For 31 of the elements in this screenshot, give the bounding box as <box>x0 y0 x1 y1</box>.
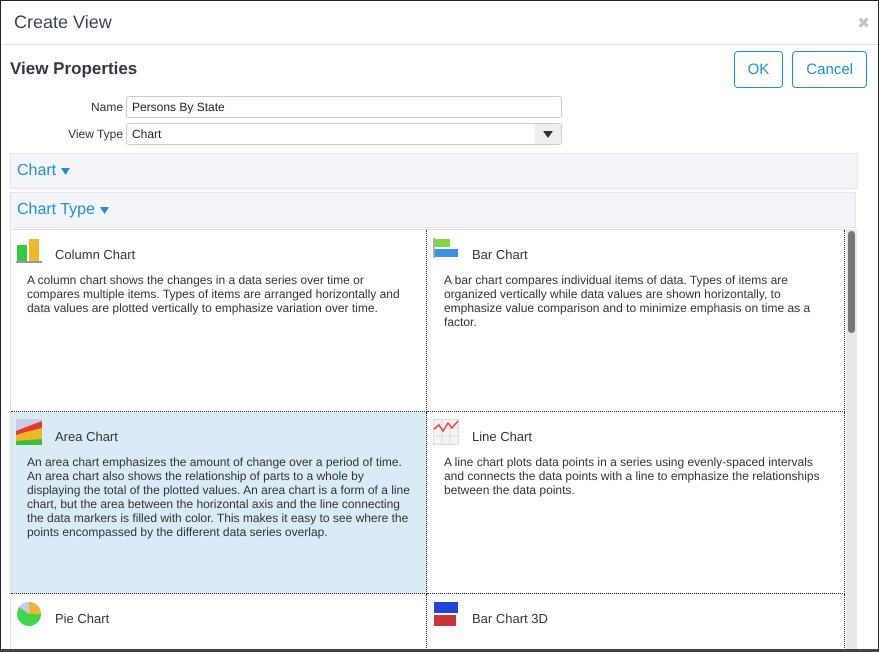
caret-icon <box>100 206 109 214</box>
field-label: View Type <box>68 127 123 141</box>
pie-chart-icon <box>16 601 42 627</box>
chart-type-description: A line chart plots data points in a series using evenly-spaced intervals and connects the data points with a line to emphasize the relationships between the data points. <box>444 455 821 497</box>
chart-type-description: An area chart emphasizes the amount of change over a period of time. An area chart also shows the relationship of parts to a whole by displaying the total of the plotted values. An area chart is a form of a line chart, but the area between the horizontal axis and the line connecting the data markers is filled with color. This makes it easy to see where the points encompassed by the different data series overlap. <box>27 455 411 539</box>
chart-type-title: Bar Chart <box>472 246 528 262</box>
cancel-button[interactable]: Cancel <box>792 51 867 88</box>
caret-icon <box>543 130 553 138</box>
name-input[interactable]: Persons By State <box>126 96 562 118</box>
chart-type-title: Line Chart <box>472 428 532 444</box>
chart-type-title: Area Chart <box>55 428 118 444</box>
bar-chart-3d-icon <box>433 601 459 627</box>
section-heading: View Properties <box>10 59 138 79</box>
column-chart-icon <box>16 237 42 263</box>
dialog-title: Create View <box>14 12 112 33</box>
line-chart-icon <box>433 419 459 445</box>
field-label: Name <box>90 100 123 114</box>
caret-icon <box>61 168 70 174</box>
chart-type-option[interactable] <box>427 230 845 412</box>
chart-type-option[interactable] <box>11 230 427 412</box>
chart-type-title: Pie Chart <box>55 610 110 626</box>
chart-type-description: A bar chart compares individual items of data. Types of items are organized vertically while data values are shown horizontally, to emphasize value comparison and to minimize emphasis on time as a factor. <box>444 273 812 329</box>
chart-type-option[interactable]: Line Chart A line chart plots data points in a series using evenly-spaced intervals and connects the data points with a line to emphasize the relationships between the data points. <box>427 412 845 594</box>
area-chart-icon <box>16 419 42 445</box>
chart-type-title: Column Chart <box>55 246 136 262</box>
chart-type-title: Bar Chart 3D <box>472 610 548 626</box>
chart-type-option[interactable] <box>11 412 427 594</box>
ok-button[interactable]: OK <box>734 51 784 88</box>
chart-type-description: A column chart shows the changes in a data series over time or compares multiple items. Types of items are arranged horizontally and data values are plotted vertically to emphasize variation over time. <box>27 273 401 315</box>
view-type-select[interactable]: Chart <box>126 123 562 145</box>
scrollbar[interactable] <box>846 229 857 649</box>
